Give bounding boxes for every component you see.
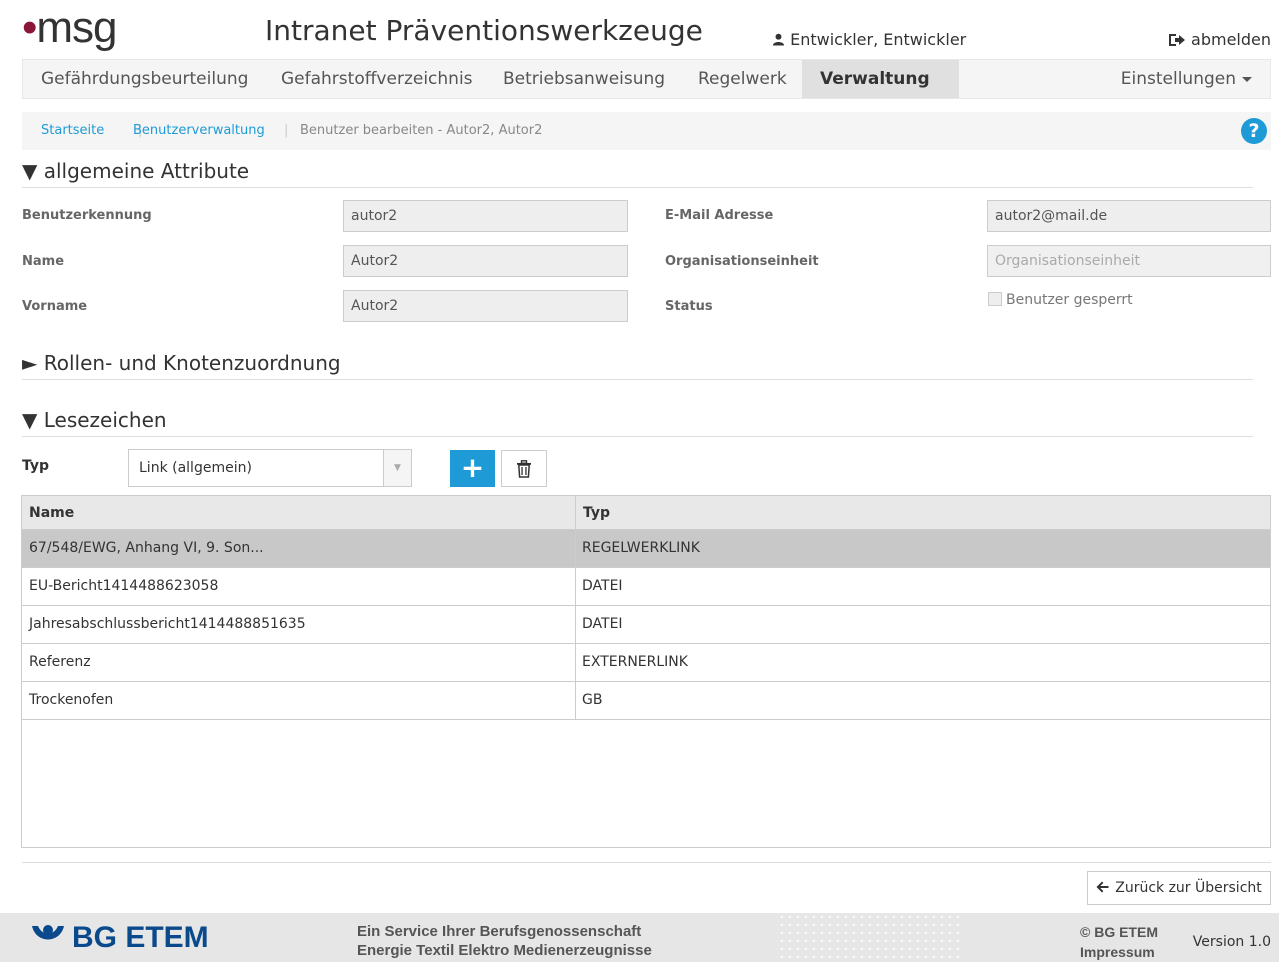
dropdown-arrow-icon: ▼ <box>383 450 411 486</box>
logout-label: abmelden <box>1191 30 1271 49</box>
back-to-overview-button[interactable]: Zurück zur Übersicht <box>1087 871 1271 905</box>
cell-type: EXTERNERLINK <box>582 654 688 670</box>
bookmark-type-select[interactable]: Link (allgemein) ▼ <box>128 449 412 487</box>
user-icon <box>772 33 785 46</box>
impressum-link[interactable]: Impressum <box>1080 942 1158 962</box>
firstname-field[interactable]: Autor2 <box>343 290 628 322</box>
logo-text: msg <box>36 3 117 52</box>
msg-logo: •msg <box>22 3 118 52</box>
nav-einstellungen[interactable]: Einstellungen <box>1103 60 1270 98</box>
add-bookmark-button[interactable]: + <box>450 450 495 487</box>
section-general-heading[interactable]: ▼ allgemeine Attribute <box>22 159 1253 188</box>
column-divider <box>575 496 576 719</box>
label-orgunit: Organisationseinheit <box>665 254 819 269</box>
footer-copyright: © BG ETEM <box>1080 924 1158 940</box>
table-row[interactable]: EU-Bericht1414488623058 DATEI <box>22 568 1270 606</box>
bg-etem-logo-mark <box>32 925 64 940</box>
login-field[interactable]: autor2 <box>343 200 628 232</box>
table-row[interactable]: Trockenofen GB <box>22 682 1270 720</box>
cell-type: REGELWERKLINK <box>582 540 700 556</box>
breadcrumb-current: Benutzer bearbeiten - Autor2, Autor2 <box>300 123 543 138</box>
logout-link[interactable]: abmelden <box>1168 30 1271 49</box>
footer-service-text: Ein Service Ihrer Berufsgenossenschaft E… <box>357 922 652 960</box>
footer-logo-text: BG ETEM <box>72 921 209 954</box>
delete-bookmark-button[interactable] <box>501 450 547 487</box>
section-bookmarks-heading[interactable]: ▼ Lesezeichen <box>22 408 1253 437</box>
arrow-left-icon <box>1096 881 1109 893</box>
table-row[interactable]: Referenz EXTERNERLINK <box>22 644 1270 682</box>
bookmark-type-label: Typ <box>22 458 50 474</box>
nav-verwaltung[interactable]: Verwaltung <box>802 60 959 120</box>
footer-dot-pattern <box>778 913 964 962</box>
nav-regelwerk[interactable]: Regelwerk <box>680 60 805 98</box>
sign-out-icon <box>1168 34 1185 46</box>
bookmark-type-value: Link (allgemein) <box>139 460 252 476</box>
cell-name: Jahresabschlussbericht1414488851635 <box>29 616 306 632</box>
logo-dot: • <box>22 3 37 52</box>
main-navbar: Gefährdungsbeurteilung Gefahrstoffverzei… <box>22 59 1271 120</box>
table-row[interactable]: Jahresabschlussbericht1414488851635 DATE… <box>22 606 1270 644</box>
locked-label: Benutzer gesperrt <box>1006 292 1133 308</box>
email-field[interactable]: autor2@mail.de <box>987 200 1271 232</box>
bookmarks-table: Name Typ 67/548/EWG, Anhang VI, 9. Son..… <box>21 495 1271 848</box>
app-title: Intranet Präventionswerkzeuge <box>265 14 703 47</box>
locked-checkbox-wrap[interactable]: Benutzer gesperrt <box>988 292 1133 308</box>
nav-betriebsanweisung[interactable]: Betriebsanweisung <box>485 60 683 98</box>
table-row[interactable]: 67/548/EWG, Anhang VI, 9. Son... REGELWE… <box>22 530 1270 568</box>
nav-gefaehrdungsbeurteilung[interactable]: Gefährdungsbeurteilung <box>23 60 266 98</box>
help-icon[interactable]: ? <box>1241 118 1267 144</box>
breadcrumb: Startseite | Benutzerverwaltung | Benutz… <box>22 112 1271 150</box>
locked-checkbox[interactable] <box>988 292 1002 306</box>
cell-name: Trockenofen <box>29 692 114 708</box>
header: •msg Intranet Präventionswerkzeuge Entwi… <box>0 0 1279 58</box>
breadcrumb-users[interactable]: Benutzerverwaltung <box>133 123 265 138</box>
cell-name: EU-Bericht1414488623058 <box>29 578 219 594</box>
caret-down-icon <box>1242 76 1252 82</box>
version-label: Version 1.0 <box>1192 934 1271 950</box>
nav-verwaltung-label: Verwaltung <box>820 69 930 89</box>
nav-gefahrstoffverzeichnis[interactable]: Gefahrstoffverzeichnis <box>263 60 491 98</box>
cell-type: GB <box>582 692 603 708</box>
column-header-type[interactable]: Typ <box>575 496 610 530</box>
divider <box>22 862 1271 863</box>
cell-name: Referenz <box>29 654 91 670</box>
trash-icon <box>517 460 531 478</box>
name-field[interactable]: Autor2 <box>343 245 628 277</box>
footer-service-line2: Energie Textil Elektro Medienerzeugnisse <box>357 942 652 959</box>
footer-copyright-block: © BG ETEM Impressum <box>1080 922 1158 962</box>
nav-einstellungen-label: Einstellungen <box>1120 69 1236 89</box>
column-header-name[interactable]: Name <box>22 496 74 530</box>
breadcrumb-separator: | <box>284 123 289 138</box>
footer: BG ETEM Ein Service Ihrer Berufsgenossen… <box>0 913 1279 962</box>
breadcrumb-home[interactable]: Startseite <box>41 123 104 138</box>
footer-service-line1: Ein Service Ihrer Berufsgenossenschaft <box>357 923 642 940</box>
label-email: E-Mail Adresse <box>665 208 774 223</box>
cell-type: DATEI <box>582 578 623 594</box>
bg-etem-logo: BG ETEM <box>30 921 209 955</box>
current-user[interactable]: Entwickler, Entwickler <box>772 30 966 49</box>
label-status: Status <box>665 299 713 314</box>
section-roles-heading[interactable]: ► Rollen- und Knotenzuordnung <box>22 351 1253 380</box>
back-label: Zurück zur Übersicht <box>1115 880 1262 896</box>
label-name: Name <box>22 254 65 269</box>
label-firstname: Vorname <box>22 299 88 314</box>
cell-name: 67/548/EWG, Anhang VI, 9. Son... <box>29 540 264 556</box>
cell-type: DATEI <box>582 616 623 632</box>
user-name: Entwickler, Entwickler <box>790 30 967 49</box>
table-header: Name Typ <box>22 496 1270 530</box>
orgunit-field[interactable]: Organisationseinheit <box>987 245 1271 277</box>
label-login: Benutzerkennung <box>22 208 152 223</box>
